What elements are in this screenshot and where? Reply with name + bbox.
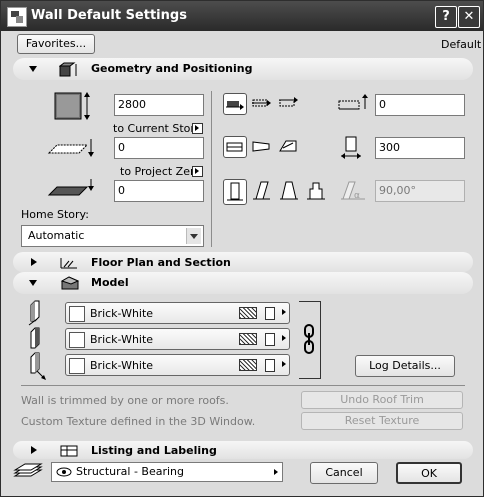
model-section-title: Model	[91, 276, 129, 289]
listing-icon	[60, 445, 78, 457]
model-icon	[60, 276, 80, 290]
chevron-down-icon[interactable]	[186, 228, 201, 244]
ref-line-offset-input[interactable]: 0	[375, 94, 465, 116]
geometry-icon	[59, 62, 77, 77]
material-swatch	[69, 358, 85, 374]
ref-line-inside-icon[interactable]	[277, 93, 301, 115]
project-zero-arrow-icon[interactable]	[192, 166, 203, 177]
material-swatch	[69, 306, 85, 322]
wall-thickness-input[interactable]: 300	[375, 137, 465, 159]
log-details-button[interactable]: Log Details...	[355, 355, 455, 377]
title-bar: Wall Default Settings ? ✕	[1, 1, 483, 31]
dialog-title: Wall Default Settings	[31, 8, 187, 23]
wall-trapezoid-icon[interactable]	[250, 136, 274, 158]
svg-text:α: α	[354, 191, 360, 201]
popup-arrow-icon[interactable]	[282, 335, 286, 341]
wall-straight-icon[interactable]	[223, 136, 247, 158]
cancel-button[interactable]: Cancel	[310, 462, 378, 484]
to-project-zero-label: to Project Zero	[120, 165, 201, 178]
close-button[interactable]: ✕	[458, 6, 480, 28]
material-name: Brick-White	[90, 333, 154, 346]
document-icon	[265, 333, 275, 346]
home-story-select[interactable]: Automatic	[21, 225, 204, 247]
material-swatch	[69, 332, 85, 348]
custom-texture-message: Custom Texture defined in the 3D Window.	[21, 415, 256, 428]
favorites-button[interactable]: Favorites...	[17, 34, 95, 54]
chain-link-icon[interactable]	[302, 323, 316, 355]
wall-thickness-icon	[341, 136, 361, 159]
wall-polygonal-icon[interactable]	[277, 136, 301, 158]
geometry-section-header[interactable]: Geometry and Positioning	[13, 58, 473, 80]
roof-trim-message: Wall is trimmed by one or more roofs.	[21, 394, 229, 407]
model-section-header[interactable]: Model	[13, 272, 473, 294]
material-picker-edge[interactable]: Brick-White	[65, 328, 290, 350]
base-offset-icon	[47, 139, 94, 157]
wall-height-icon	[54, 92, 90, 120]
bottom-elevation-icon	[47, 179, 94, 196]
to-current-story-label: to Current Story	[113, 122, 202, 135]
surface-left-icon	[28, 300, 40, 326]
wall-height-input[interactable]: 2800	[114, 94, 204, 116]
popup-arrow-icon[interactable]	[274, 469, 278, 475]
layer-name: Structural - Bearing	[76, 465, 184, 478]
popup-arrow-icon[interactable]	[282, 309, 286, 315]
hatch-pattern-icon	[239, 333, 257, 345]
eye-icon	[56, 467, 72, 477]
collapse-arrow-icon[interactable]	[29, 66, 37, 72]
profile-slanted-icon[interactable]	[250, 179, 274, 205]
material-picker-right[interactable]: Brick-White	[65, 354, 290, 376]
reset-texture-button[interactable]: Reset Texture	[301, 412, 463, 430]
bottom-elevation-input[interactable]: 0	[114, 180, 204, 202]
model-divider	[21, 385, 465, 386]
slant-angle-icon: α	[341, 181, 365, 201]
slant-angle-input[interactable]: 90,00°	[375, 180, 465, 202]
default-label: Default	[441, 38, 482, 51]
profile-straight-icon[interactable]	[223, 179, 247, 205]
geometry-divider	[211, 91, 212, 247]
expand-arrow-icon[interactable]	[31, 258, 37, 266]
material-picker-left[interactable]: Brick-White	[65, 302, 290, 324]
profile-complex-icon[interactable]	[304, 179, 328, 205]
floor-plan-section-title: Floor Plan and Section	[91, 256, 231, 269]
document-icon	[265, 359, 275, 372]
ok-button[interactable]: OK	[396, 462, 462, 484]
ref-line-outside-icon[interactable]	[223, 93, 247, 115]
ref-line-center-icon[interactable]	[250, 93, 274, 115]
help-button[interactable]: ?	[435, 6, 457, 28]
hatch-pattern-icon	[239, 359, 257, 371]
surface-edge-icon	[30, 327, 40, 349]
home-story-value: Automatic	[28, 229, 85, 242]
ref-line-offset-icon	[338, 94, 368, 110]
floor-plan-icon	[60, 258, 77, 269]
listing-section-title: Listing and Labeling	[91, 444, 217, 457]
undo-roof-trim-button[interactable]: Undo Roof Trim	[301, 391, 463, 409]
layer-select[interactable]: Structural - Bearing	[51, 462, 283, 482]
profile-double-slanted-icon[interactable]	[277, 179, 301, 205]
base-offset-input[interactable]: 0	[114, 137, 204, 159]
material-name: Brick-White	[90, 307, 154, 320]
material-name: Brick-White	[90, 359, 154, 372]
wall-settings-dialog: Wall Default Settings ? ✕ Favorites... D…	[0, 0, 484, 497]
floor-plan-section-header[interactable]: Floor Plan and Section	[13, 252, 473, 272]
expand-arrow-icon[interactable]	[31, 446, 37, 454]
home-story-label: Home Story:	[21, 208, 89, 221]
collapse-arrow-icon[interactable]	[29, 280, 37, 286]
current-story-arrow-icon[interactable]	[192, 123, 203, 134]
wall-tool-icon	[7, 7, 27, 27]
surface-right-icon	[30, 352, 46, 380]
layers-icon	[13, 463, 43, 477]
document-icon	[265, 307, 275, 320]
popup-arrow-icon[interactable]	[282, 361, 286, 367]
listing-labeling-header[interactable]: Listing and Labeling	[13, 441, 473, 459]
hatch-pattern-icon	[239, 307, 257, 319]
geometry-section-title: Geometry and Positioning	[91, 62, 253, 75]
